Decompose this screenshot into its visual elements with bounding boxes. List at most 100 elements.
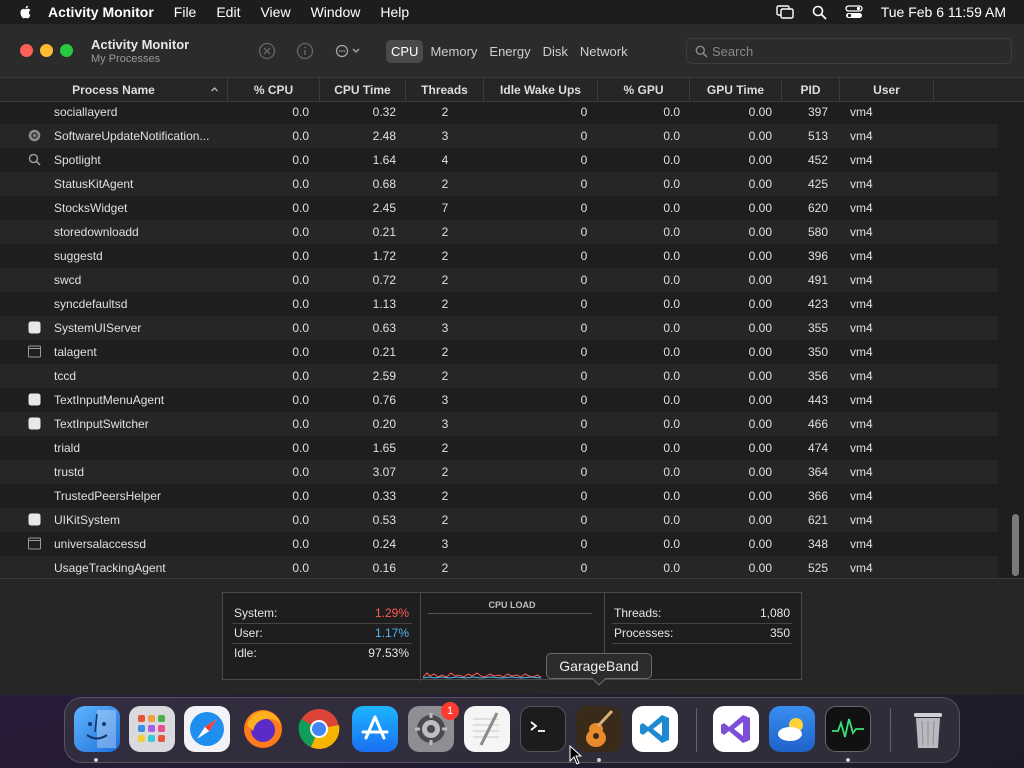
zoom-window-button[interactable] (60, 44, 73, 57)
idle-value: 97.53% (368, 646, 409, 660)
gpu-percent-cell: 0.0 (663, 321, 680, 335)
table-scrollbar[interactable] (1012, 514, 1019, 576)
user-cell: vm4 (850, 369, 873, 383)
table-row[interactable]: universalaccessd 0.0 0.24 3 0 0.0 0.00 348 vm4 (0, 532, 998, 556)
mouse-cursor-icon (569, 745, 583, 765)
process-name-cell: TrustedPeersHelper (54, 489, 161, 503)
menu-bar: Activity Monitor File Edit View Window H… (0, 0, 1024, 24)
visual-studio-icon[interactable] (713, 706, 759, 752)
firefox-icon[interactable] (240, 706, 286, 752)
pid-cell: 350 (807, 345, 828, 359)
gpu-time-cell: 0.00 (748, 513, 772, 527)
safari-icon[interactable] (184, 706, 230, 752)
pid-cell: 443 (807, 393, 828, 407)
column-process-name[interactable]: Process Name (0, 78, 228, 102)
pid-cell: 364 (807, 465, 828, 479)
table-row[interactable]: TextInputMenuAgent 0.0 0.76 3 0 0.0 0.00 443 vm4 (0, 388, 998, 412)
launchpad-icon[interactable] (129, 706, 175, 752)
table-row[interactable]: SoftwareUpdateNotification... 0.0 2.48 3 0 0.… (0, 124, 998, 148)
pid-cell: 366 (807, 489, 828, 503)
process-name-cell: trustd (54, 465, 85, 479)
finder-icon[interactable] (74, 706, 120, 752)
more-options-icon[interactable] (334, 41, 364, 61)
column-cpu-percent[interactable]: % CPU (228, 78, 320, 102)
table-row[interactable]: SystemUIServer 0.0 0.63 3 0 0.0 0.00 355 vm4 (0, 316, 998, 340)
user-cell: vm4 (850, 393, 873, 407)
gpu-time-cell: 0.00 (748, 129, 772, 143)
table-row[interactable]: syncdefaultsd 0.0 1.13 2 0 0.0 0.00 423 vm4 (0, 292, 998, 316)
table-row[interactable]: suggestd 0.0 1.72 2 0 0.0 0.00 396 vm4 (0, 244, 998, 268)
threads-cell: 2 (441, 177, 449, 191)
process-name-cell: universalaccessd (54, 537, 147, 551)
column-user[interactable]: User (840, 78, 934, 102)
table-row[interactable]: StocksWidget 0.0 2.45 7 0 0.0 0.00 620 vm4 (0, 196, 998, 220)
column-idle-wake-ups[interactable]: Idle Wake Ups (484, 78, 598, 102)
cpu-percent-cell: 0.0 (292, 297, 309, 311)
menu-view[interactable]: View (260, 4, 290, 20)
menu-help[interactable]: Help (380, 4, 409, 20)
minimize-window-button[interactable] (40, 44, 53, 57)
threads-cell: 3 (441, 537, 449, 551)
chrome-icon[interactable] (296, 706, 342, 752)
table-row[interactable]: TextInputSwitcher 0.0 0.20 3 0 0.0 0.00 466 vm4 (0, 412, 998, 436)
gpu-percent-cell: 0.0 (663, 345, 680, 359)
tab-network[interactable]: Network (575, 40, 633, 63)
column-gpu-time[interactable]: GPU Time (690, 78, 782, 102)
screen-mirroring-icon[interactable] (776, 5, 794, 19)
table-row[interactable]: sociallayerd 0.0 0.32 2 0 0.0 0.00 397 vm4 (0, 102, 998, 124)
spotlight-search-icon[interactable] (812, 5, 827, 20)
tab-memory[interactable]: Memory (425, 40, 482, 63)
threads-cell: 3 (441, 321, 449, 335)
table-row[interactable]: TrustedPeersHelper 0.0 0.33 2 0 0.0 0.00 366 vm4 (0, 484, 998, 508)
threads-cell: 2 (441, 249, 449, 263)
table-row[interactable]: UsageTrackingAgent 0.0 0.16 2 0 0.0 0.00 525 vm4 (0, 556, 998, 580)
search-input[interactable] (712, 43, 992, 59)
column-threads[interactable]: Threads (406, 78, 484, 102)
info-icon[interactable] (295, 41, 315, 61)
apple-logo-icon[interactable] (18, 4, 34, 20)
process-app-icon (28, 393, 41, 406)
menu-edit[interactable]: Edit (216, 4, 240, 20)
cpu-percent-cell: 0.0 (292, 393, 309, 407)
cpu-percent-cell: 0.0 (292, 273, 309, 287)
table-row[interactable]: triald 0.0 1.65 2 0 0.0 0.00 474 vm4 (0, 436, 998, 460)
textedit-icon[interactable] (464, 706, 510, 752)
activity-monitor-icon[interactable] (825, 706, 871, 752)
tab-energy[interactable]: Energy (484, 40, 535, 63)
menu-window[interactable]: Window (311, 4, 361, 20)
terminal-icon[interactable] (520, 706, 566, 752)
sort-ascending-icon[interactable] (210, 85, 219, 94)
user-cell: vm4 (850, 561, 873, 575)
pid-cell: 423 (807, 297, 828, 311)
column-cpu-time[interactable]: CPU Time (320, 78, 406, 102)
weather-icon[interactable] (769, 706, 815, 752)
vscode-icon[interactable] (632, 706, 678, 752)
tab-cpu[interactable]: CPU (386, 39, 424, 63)
cpu-time-cell: 0.32 (372, 105, 396, 119)
stop-process-icon[interactable] (257, 41, 277, 61)
close-window-button[interactable] (20, 44, 33, 57)
trash-icon[interactable] (905, 706, 951, 752)
tab-disk[interactable]: Disk (538, 40, 573, 63)
table-row[interactable]: storedownloadd 0.0 0.21 2 0 0.0 0.00 580 vm4 (0, 220, 998, 244)
table-row[interactable]: StatusKitAgent 0.0 0.68 2 0 0.0 0.00 425 vm4 (0, 172, 998, 196)
app-store-icon[interactable] (352, 706, 398, 752)
menu-file[interactable]: File (174, 4, 197, 20)
column-pid[interactable]: PID (782, 78, 840, 102)
control-center-icon[interactable] (845, 5, 863, 19)
table-row[interactable]: tccd 0.0 2.59 2 0 0.0 0.00 356 vm4 (0, 364, 998, 388)
table-row[interactable]: trustd 0.0 3.07 2 0 0.0 0.00 364 vm4 (0, 460, 998, 484)
table-row[interactable]: Spotlight 0.0 1.64 4 0 0.0 0.00 452 vm4 (0, 148, 998, 172)
table-row[interactable]: UIKitSystem 0.0 0.53 2 0 0.0 0.00 621 vm4 (0, 508, 998, 532)
user-cell: vm4 (850, 417, 873, 431)
menu-clock[interactable]: Tue Feb 6 11:59 AM (881, 4, 1006, 20)
dock-separator (696, 708, 697, 752)
table-row[interactable]: talagent 0.0 0.21 2 0 0.0 0.00 350 vm4 (0, 340, 998, 364)
menu-app-name[interactable]: Activity Monitor (48, 4, 154, 20)
table-row[interactable]: swcd 0.0 0.72 2 0 0.0 0.00 491 vm4 (0, 268, 998, 292)
gpu-time-cell: 0.00 (748, 465, 772, 479)
search-field[interactable] (686, 38, 1012, 64)
window-subtitle[interactable]: My Processes (91, 53, 160, 65)
column-gpu-percent[interactable]: % GPU (598, 78, 690, 102)
gpu-percent-cell: 0.0 (663, 489, 680, 503)
